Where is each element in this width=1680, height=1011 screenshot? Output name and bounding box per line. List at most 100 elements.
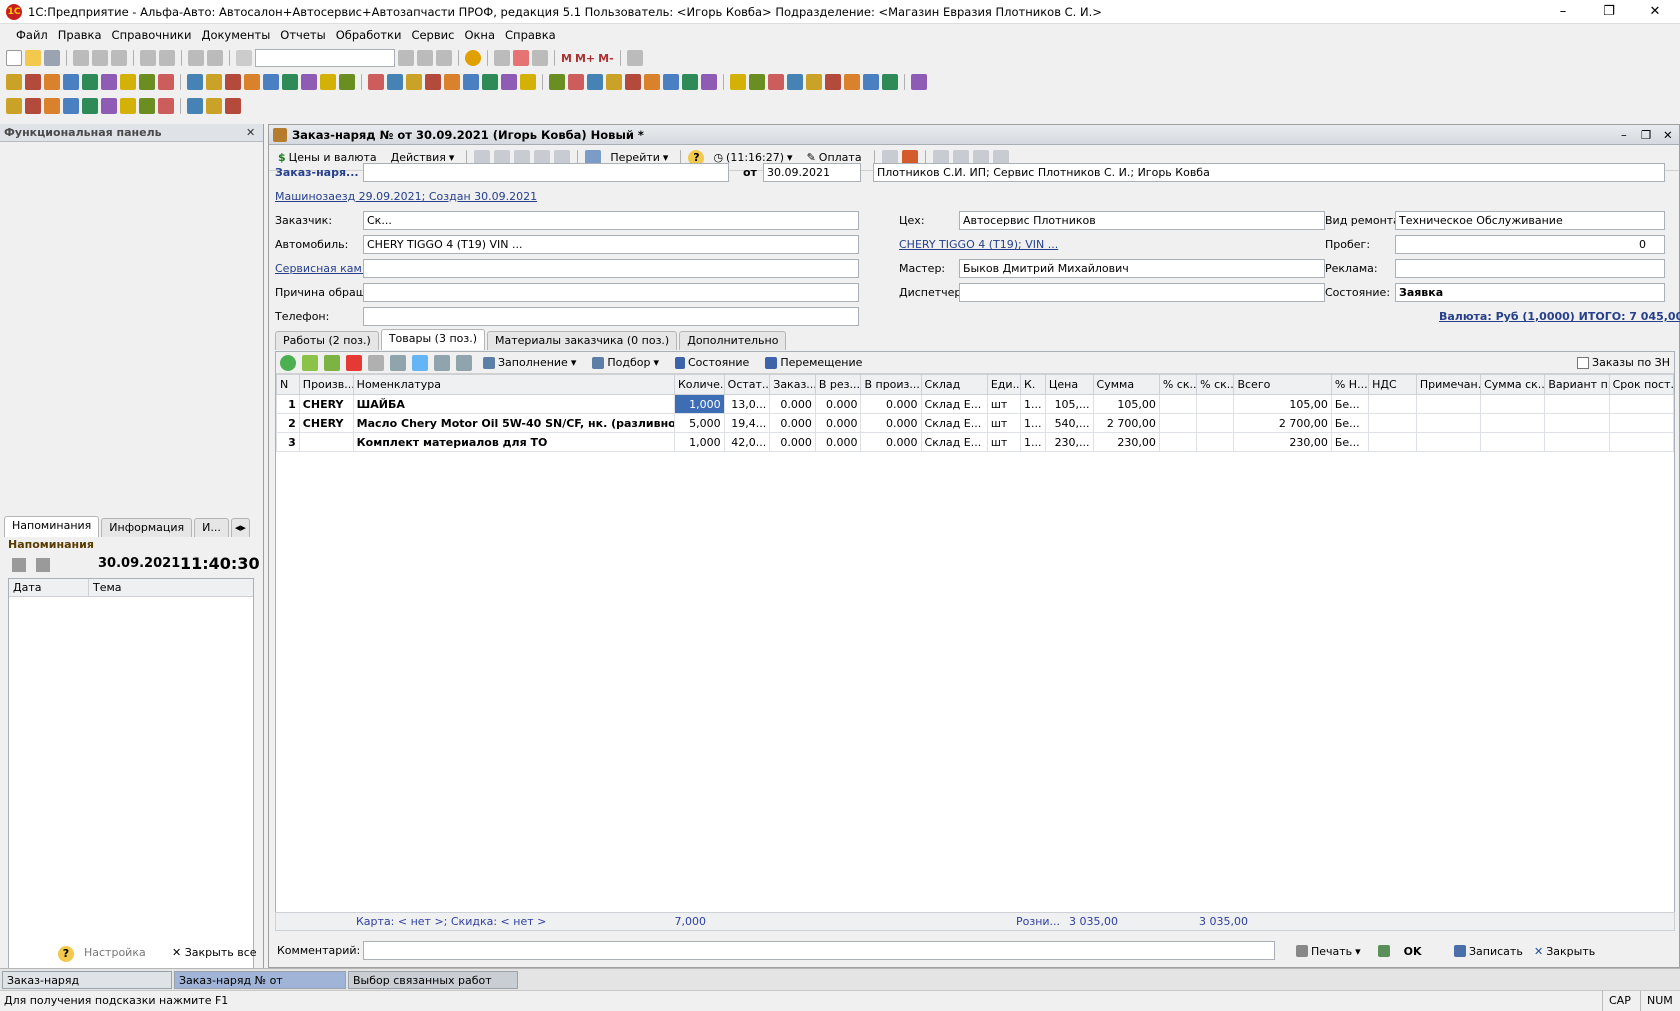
grid-col-header[interactable]: Всего — [1233, 374, 1332, 395]
task-order-current[interactable]: Заказ-наряд № от 30.09.20... — [174, 971, 346, 1005]
organization-field[interactable]: Плотников С.И. ИП; Сервис Плотников С. И… — [873, 163, 1665, 182]
state-button[interactable]: Состояние — [670, 353, 754, 373]
grid-col-header[interactable]: В произ... — [860, 374, 922, 395]
grid-cell[interactable] — [1480, 394, 1546, 414]
paste-icon[interactable] — [111, 50, 127, 66]
grid-cell[interactable]: 0.000 — [769, 432, 816, 452]
memory-minus-icon[interactable]: M- — [598, 52, 614, 65]
toolbar-module-icon[interactable] — [244, 74, 260, 90]
ads-field[interactable] — [1395, 259, 1665, 278]
info-icon[interactable] — [465, 50, 481, 66]
toolbar-module-icon[interactable] — [911, 74, 927, 90]
grid-cell[interactable] — [1368, 413, 1417, 433]
grid-col-header[interactable]: НДС — [1368, 374, 1417, 395]
toolbar-module-icon[interactable] — [663, 74, 679, 90]
grid-cell[interactable]: шт — [986, 413, 1022, 433]
toolbar-module-icon[interactable] — [463, 74, 479, 90]
settings-button[interactable]: Настройка — [84, 946, 146, 959]
sort-desc-icon[interactable] — [456, 354, 472, 371]
tab-scroll-arrows-icon[interactable]: ◂▸ — [230, 518, 250, 537]
grid-col-header[interactable]: Еди... — [986, 374, 1022, 395]
grid-cell[interactable]: 1... — [1020, 413, 1046, 433]
cut-icon[interactable] — [73, 50, 89, 66]
pin-icon[interactable] — [12, 558, 26, 572]
grid-col-header[interactable]: Цена — [1044, 374, 1094, 395]
grid-cell[interactable] — [1158, 432, 1198, 452]
grid-col-header[interactable]: К. — [1020, 374, 1046, 395]
grid-cell[interactable]: 105,00 — [1092, 394, 1160, 414]
grid-cell[interactable]: 19,4... — [723, 413, 771, 433]
toolbar-module-icon[interactable] — [606, 74, 622, 90]
grid-cell[interactable]: 13,0... — [723, 394, 771, 414]
grid-col-header[interactable]: Количе... — [673, 374, 725, 395]
tab-reminders[interactable]: Напоминания — [4, 516, 100, 537]
menu-help[interactable]: Справка — [505, 28, 556, 42]
toolbar-module-icon[interactable] — [501, 74, 517, 90]
service-campaign-field[interactable] — [363, 259, 859, 278]
toolbar-module-icon[interactable] — [120, 98, 136, 114]
grid-cell[interactable]: CHERY — [298, 413, 354, 433]
toolbar-module-icon[interactable] — [549, 74, 565, 90]
copy-icon[interactable] — [92, 50, 108, 66]
grid-cell[interactable]: 1... — [1020, 432, 1046, 452]
grid-cell[interactable]: 230,... — [1044, 432, 1094, 452]
minimize-button[interactable]: – — [1542, 0, 1584, 24]
toolbar-module-icon[interactable] — [101, 98, 117, 114]
toolbar-module-icon[interactable] — [187, 74, 203, 90]
close-panel-icon[interactable]: ✕ — [246, 124, 255, 142]
table-row[interactable]: 1 CHERY ШАЙБА 1,000 13,0... 0.000 0.000 0.000 Ск… — [276, 394, 1675, 414]
grid-cell[interactable]: 2 — [276, 413, 300, 433]
car-link[interactable]: CHERY TIGGO 4 (T19); VIN ... — [899, 235, 1058, 254]
toolbar-module-icon[interactable] — [82, 98, 98, 114]
task-select-works[interactable]: Выбор связанных работ — [348, 971, 518, 989]
toolbar-module-icon[interactable] — [158, 98, 174, 114]
menu-catalogs[interactable]: Справочники — [112, 28, 192, 42]
menu-edit[interactable]: Правка — [58, 28, 102, 42]
move-up-icon[interactable] — [390, 354, 406, 371]
grid-cell[interactable]: 3 — [276, 432, 300, 452]
toolbar-module-icon[interactable] — [625, 74, 641, 90]
grid-cell[interactable] — [1158, 413, 1198, 433]
grid-cell[interactable]: 1,000 — [673, 432, 725, 452]
toolbar-module-icon[interactable] — [844, 74, 860, 90]
toolbar-module-icon[interactable] — [882, 74, 898, 90]
find-prev-icon[interactable] — [417, 50, 433, 66]
grid-cell[interactable] — [1480, 413, 1546, 433]
close-doc-icon[interactable]: ✕ — [1663, 128, 1673, 142]
grid-cell[interactable]: 105,... — [1044, 394, 1094, 414]
grid-col-header[interactable]: Сумма — [1092, 374, 1160, 395]
toolbar-module-icon[interactable] — [749, 74, 765, 90]
grid-col-header[interactable]: % ск... — [1196, 374, 1235, 395]
grid-cell[interactable] — [298, 432, 354, 452]
close-button[interactable]: ✕ Закрыть — [1529, 941, 1600, 961]
calendar-icon[interactable] — [513, 50, 529, 66]
toolbar-module-icon[interactable] — [158, 74, 174, 90]
grid-cell[interactable]: 230,00 — [1092, 432, 1160, 452]
grid-cell[interactable]: 1 — [276, 394, 300, 414]
grid-col-header[interactable]: Произв... — [298, 374, 354, 395]
open-folder-icon[interactable] — [25, 50, 41, 66]
toolbar-module-icon[interactable] — [768, 74, 784, 90]
search-icon[interactable] — [236, 50, 252, 66]
grid-cell[interactable]: Масло Chery Motor Oil 5W-40 SN/CF, нк. (… — [352, 413, 675, 433]
grid-col-header[interactable]: Примечан... — [1415, 374, 1482, 395]
orders-checkbox[interactable]: Заказы по ЗН — [1577, 356, 1670, 369]
close-all-button[interactable]: ✕ Закрыть все — [172, 946, 257, 959]
toolbar-module-icon[interactable] — [520, 74, 536, 90]
save-disk-icon[interactable] — [44, 50, 60, 66]
grid-cell[interactable]: 5,000 — [673, 413, 725, 433]
grid-cell[interactable] — [1544, 413, 1610, 433]
grid-cell[interactable]: Бе... — [1330, 413, 1370, 433]
restore-doc-icon[interactable]: ❐ — [1641, 128, 1651, 142]
toolbar-module-icon[interactable] — [682, 74, 698, 90]
toolbar-module-icon[interactable] — [44, 98, 60, 114]
toolbar-module-icon[interactable] — [730, 74, 746, 90]
reason-field[interactable] — [363, 283, 859, 302]
grid-cell[interactable] — [1415, 432, 1482, 452]
toolbar-module-icon[interactable] — [44, 74, 60, 90]
toolbar-module-icon[interactable] — [301, 74, 317, 90]
service-campaign-label[interactable]: Сервисная кам... — [275, 259, 372, 278]
menu-processing[interactable]: Обработки — [336, 28, 402, 42]
toolbar-module-icon[interactable] — [444, 74, 460, 90]
menu-windows[interactable]: Окна — [464, 28, 495, 42]
